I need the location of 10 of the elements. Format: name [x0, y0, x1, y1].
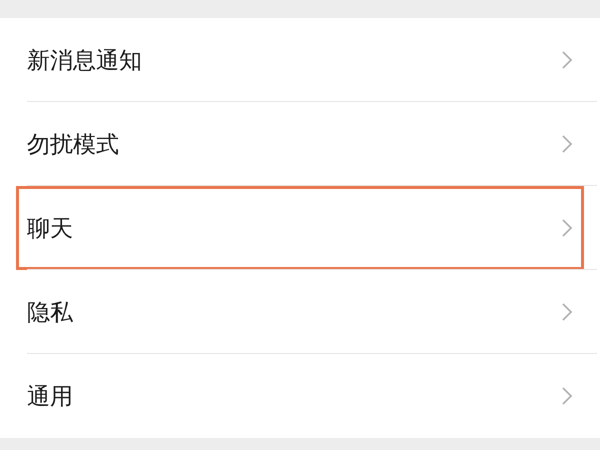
setting-label[interactable]: 勿扰模式: [27, 128, 119, 160]
setting-label[interactable]: 聊天: [27, 212, 73, 244]
chevron-right-icon: [561, 134, 573, 154]
chevron-right-icon: [561, 386, 573, 406]
chevron-right-icon: [561, 302, 573, 322]
setting-label[interactable]: 隐私: [27, 296, 73, 328]
chevron-right-icon: [561, 50, 573, 70]
setting-label[interactable]: 通用: [27, 380, 73, 412]
chevron-right-icon: [561, 218, 573, 238]
setting-label[interactable]: 新消息通知: [27, 44, 142, 76]
